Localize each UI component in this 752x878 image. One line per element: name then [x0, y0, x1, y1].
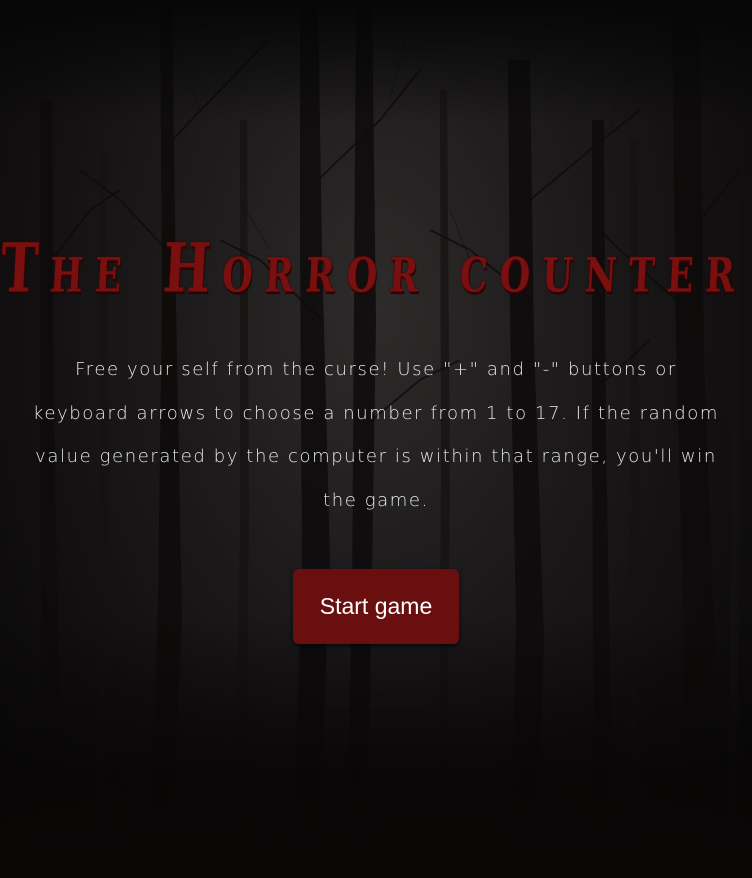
start-game-button[interactable]: Start game	[293, 569, 459, 644]
game-title: The Horror counter	[0, 228, 749, 308]
start-screen: The Horror counter Free your self from t…	[0, 0, 752, 878]
game-instructions: Free your self from the curse! Use "+" a…	[32, 359, 720, 511]
